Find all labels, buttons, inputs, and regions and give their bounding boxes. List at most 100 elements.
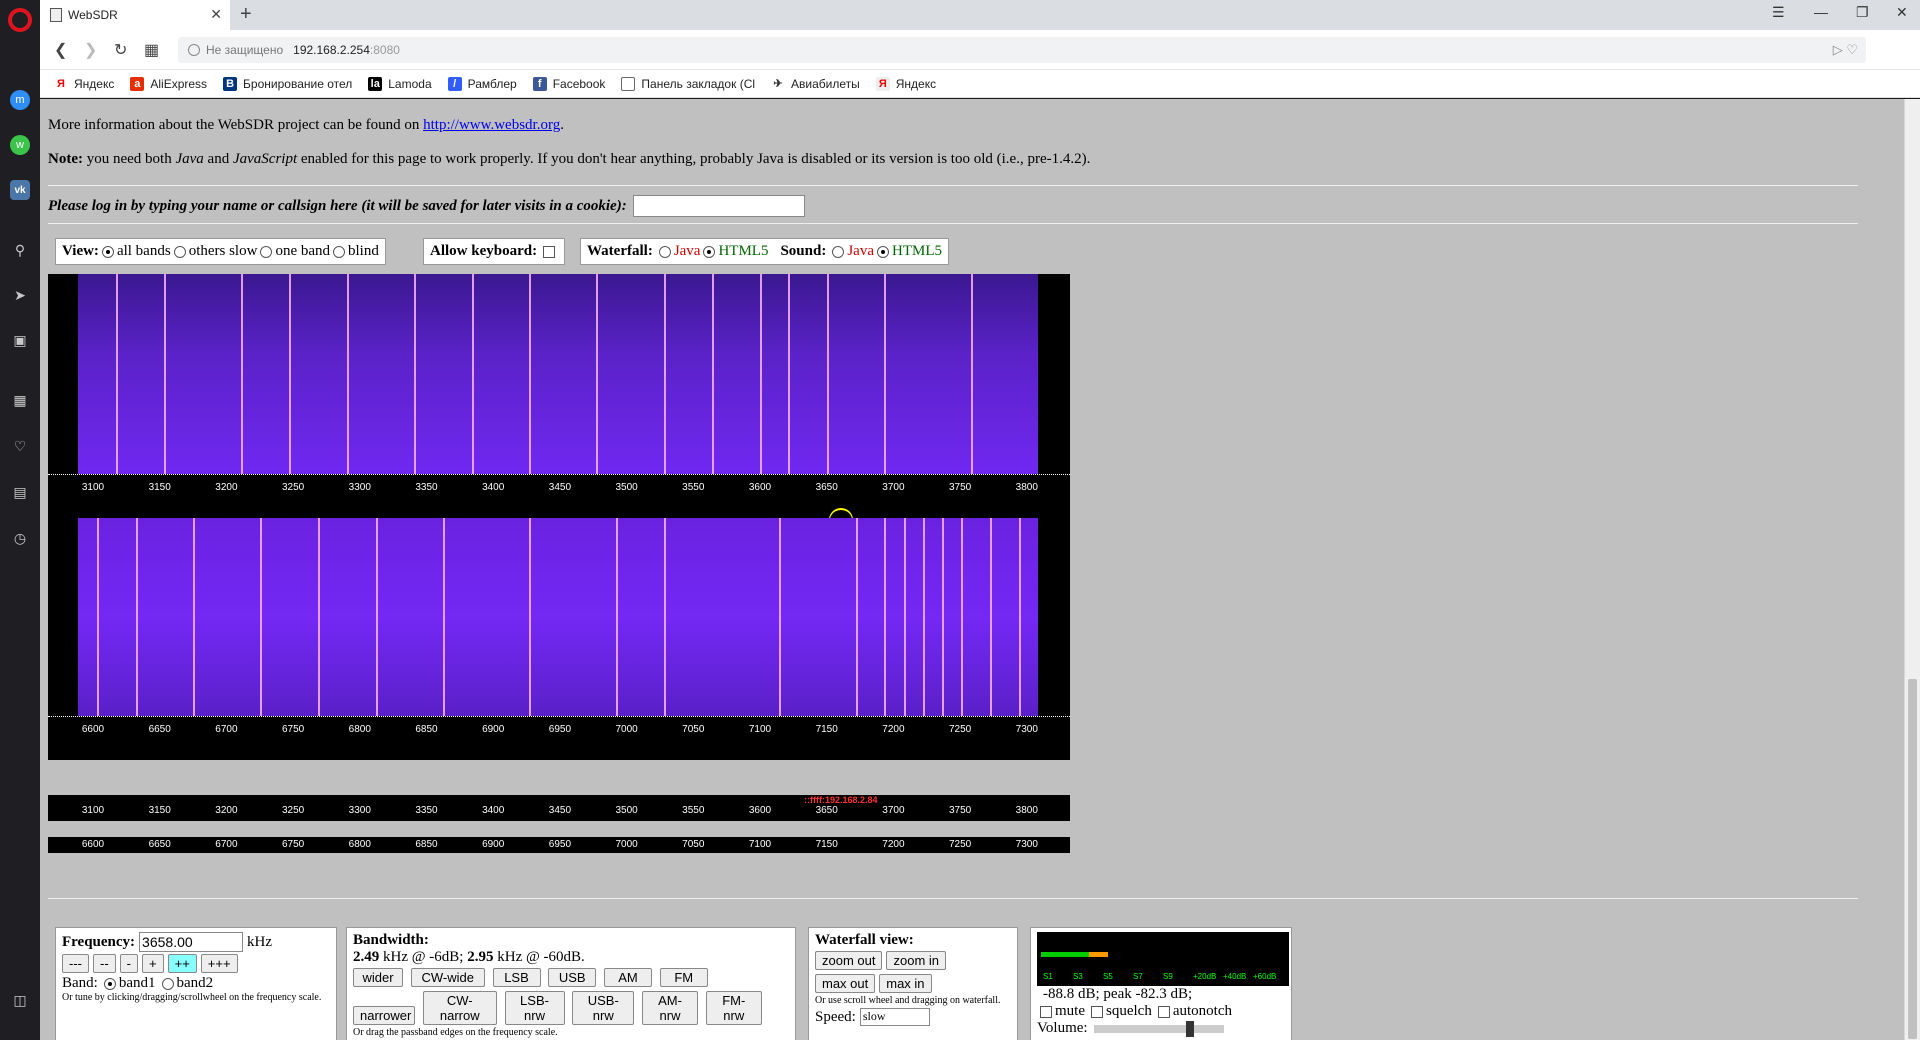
view-all-bands-radio[interactable] [101,245,114,258]
vk-icon[interactable]: vk [10,180,30,200]
frequency-tick-label: 3250 [281,805,305,816]
bookmark-item[interactable]: la Lamoda [368,76,432,91]
frequency-tick-label: 6900 [482,839,505,850]
max-out-button[interactable]: max out [815,974,876,993]
tab-menu-icon[interactable]: ☰ [1772,4,1785,21]
bookmark-item[interactable]: B Бронирование отел [223,76,352,91]
overview-strip-band2[interactable]: 6600 6650 6700 6750 6800 6850 6900 6950 7000 7050… [48,837,1070,853]
step-up-small-button[interactable]: + [142,954,164,973]
sound-java-radio[interactable] [832,245,845,258]
bookmark-item[interactable]: a AliExpress [130,76,207,91]
bookmark-item[interactable]: ✈ Авиабилеты [771,77,859,91]
step-down-medium-button[interactable]: -- [93,954,116,973]
s-meter-label: +40dB [1223,972,1247,981]
waterfall-image-band1[interactable] [78,274,1038,474]
autonotch-checkbox[interactable] [1157,1005,1170,1018]
allow-keyboard-checkbox[interactable] [543,245,556,258]
step-down-small-button[interactable]: - [119,954,139,973]
frequency-tick-label: 7100 [748,724,772,735]
callsign-input[interactable] [632,195,805,217]
usb-button[interactable]: USB [548,968,597,987]
search-icon[interactable]: ⚲ [10,240,30,260]
history-icon[interactable]: ◷ [10,528,30,548]
waterfall-image-band2[interactable] [78,518,1038,716]
scrollbar-thumb[interactable] [1908,679,1917,1039]
camera-icon[interactable]: ▣ [10,330,30,350]
bookmark-item[interactable]: Панель закладок (Cl [621,76,755,91]
zoom-out-button[interactable]: zoom out [815,951,883,970]
close-window-button[interactable]: ✕ [1896,4,1908,21]
signal-readout: -88.8 dB; peak -82.3 dB; [1043,986,1193,1002]
page-scrollbar[interactable] [1904,99,1920,1040]
bookmark-heart-icon[interactable]: ▷ ♡ [1833,42,1858,58]
squelch-checkbox[interactable] [1091,1005,1103,1018]
cw-wide-button[interactable]: CW-wide [410,968,485,987]
passband-marker[interactable] [829,508,853,518]
new-tab-button[interactable]: + [240,3,252,26]
close-tab-icon[interactable]: ✕ [210,6,222,23]
frequency-tick-label: 7050 [682,724,705,735]
bookmark-item[interactable]: f Facebook [532,76,605,91]
sound-html5-radio[interactable] [877,245,889,258]
speed-dial-icon[interactable]: ▦ [10,390,30,410]
whatsapp-icon[interactable]: w [10,135,30,155]
frequency-tick-label: 7250 [948,724,972,735]
view-one-band-radio[interactable] [260,245,273,258]
usb-nrw-button[interactable]: USB-nrw [572,991,635,1025]
bookmark-item[interactable]: Я Яндекс [875,76,936,91]
zoom-in-button[interactable]: zoom in [886,951,947,970]
back-button[interactable]: ❮ [54,40,67,60]
rambler-icon: / [447,76,462,91]
am-nrw-button[interactable]: AM-nrw [642,991,698,1025]
send-icon[interactable]: ➤ [10,285,30,305]
am-button[interactable]: AM [604,968,652,987]
opera-logo-icon[interactable] [8,8,32,32]
tab-websdr[interactable]: WebSDR ✕ [40,0,230,30]
step-up-large-button[interactable]: +++ [200,954,238,973]
fm-nrw-button[interactable]: FM-nrw [705,991,762,1025]
bookmark-item[interactable]: / Рамблер [447,76,517,91]
frequency-input[interactable] [139,932,244,952]
cw-narrow-button[interactable]: CW-narrow [422,991,497,1025]
news-icon[interactable]: ▤ [10,482,30,502]
minimize-button[interactable]: — [1814,4,1828,20]
view-others-slow-radio[interactable] [173,245,186,258]
site-info-icon[interactable] [188,44,200,56]
band2-radio[interactable] [161,977,174,990]
frequency-tick-label: 3550 [682,482,705,493]
sidebar-toggle-icon[interactable]: ◫ [10,990,30,1010]
waterfall-band1[interactable]: 3100 3150 3200 3250 3300 3350 3400 3450 3500 3550… [48,274,1070,518]
heart-icon[interactable]: ♡ [10,436,30,456]
frequency-scale-band2[interactable]: 6600 6650 6700 6750 6800 6850 6900 6950 7000 7050… [48,716,1070,746]
bookmark-item[interactable]: Я Яндекс [54,77,114,91]
mute-checkbox[interactable] [1040,1005,1052,1018]
tabs-overview-icon[interactable]: ▦ [144,40,159,60]
step-up-medium-button[interactable]: ++ [167,954,197,973]
frequency-tick-label: 7150 [815,839,838,850]
tab-title: WebSDR [68,8,118,22]
address-bar[interactable]: Не защищено 192.168.2.254:8080 ▷ ♡ [178,37,1866,63]
volume-slider[interactable] [1093,1020,1224,1037]
band1-radio[interactable] [103,977,116,990]
yandex-icon: Я [57,77,65,90]
waterfall-band2[interactable]: 6600 6650 6700 6750 6800 6850 6900 6950 7000 7050… [48,518,1070,760]
overview-strip-band1[interactable]: ::ffff:192.168.2.84 3100 3150 3200 3250 3300… [48,795,1070,821]
speed-select[interactable]: slow [859,1008,930,1026]
waterfall-html5-radio[interactable] [703,245,716,258]
waterfall-java-radio[interactable] [658,245,671,258]
step-down-large-button[interactable]: --- [62,954,89,973]
lsb-button[interactable]: LSB [492,968,541,987]
s-meter-label: S1 [1043,972,1053,981]
websdr-link[interactable]: http://www.websdr.org [423,117,560,133]
max-in-button[interactable]: max in [879,974,932,993]
narrower-button[interactable]: narrower [353,1006,415,1025]
restore-button[interactable]: ❐ [1856,4,1869,21]
reload-button[interactable]: ↻ [114,40,127,60]
messenger-icon[interactable]: m [10,90,30,110]
frequency-scale-band1[interactable]: 3100 3150 3200 3250 3300 3350 3400 3450 3500 3550… [48,474,1070,518]
forward-button[interactable]: ❯ [84,40,97,60]
wider-button[interactable]: wider [353,968,403,987]
view-blind-radio[interactable] [333,245,346,258]
fm-button[interactable]: FM [659,968,708,987]
lsb-nrw-button[interactable]: LSB-nrw [504,991,565,1025]
